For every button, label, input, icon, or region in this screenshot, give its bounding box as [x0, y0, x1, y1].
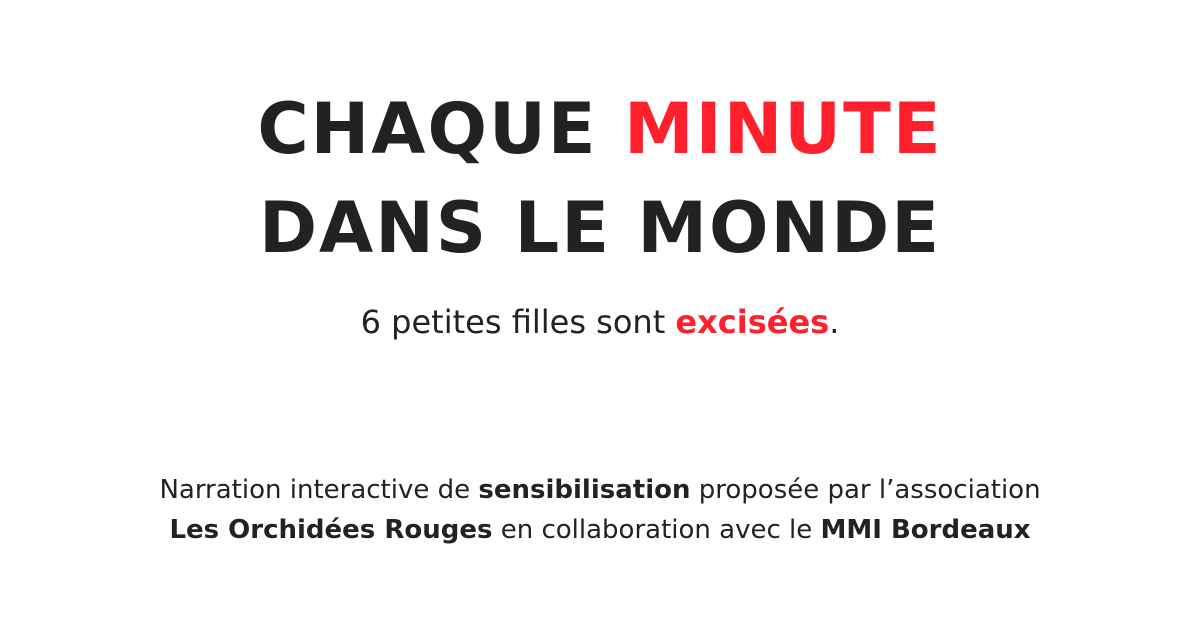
- headline-line-1: CHAQUE MINUTE: [0, 94, 1200, 164]
- credits-line2-middle: en collaboration avec le: [492, 515, 821, 545]
- tagline-accent: excisées: [675, 303, 830, 341]
- headline-line-2: DANS LE MONDE: [258, 187, 942, 269]
- tagline: 6 petites filles sont excisées.: [0, 303, 1200, 341]
- headline-prefix: CHAQUE: [257, 88, 624, 170]
- tagline-prefix: 6 petites filles sont: [360, 303, 676, 341]
- tagline-suffix: .: [829, 303, 840, 341]
- credits-line1-bold: sensibilisation: [478, 475, 691, 505]
- credits-line1-suffix: proposée par l’association: [690, 475, 1041, 505]
- credits-line-2: Les Orchidées Rouges en collaboration av…: [0, 515, 1200, 546]
- headline-accent: MINUTE: [623, 88, 943, 170]
- partner-name: MMI Bordeaux: [820, 515, 1031, 545]
- association-name: Les Orchidées Rouges: [169, 515, 493, 545]
- social-card: CHAQUE MINUTE DANS LE MONDE 6 petites fi…: [0, 0, 1200, 628]
- credits-line-1: Narration interactive de sensibilisation…: [0, 475, 1200, 506]
- credits-line1-prefix: Narration interactive de: [159, 475, 479, 505]
